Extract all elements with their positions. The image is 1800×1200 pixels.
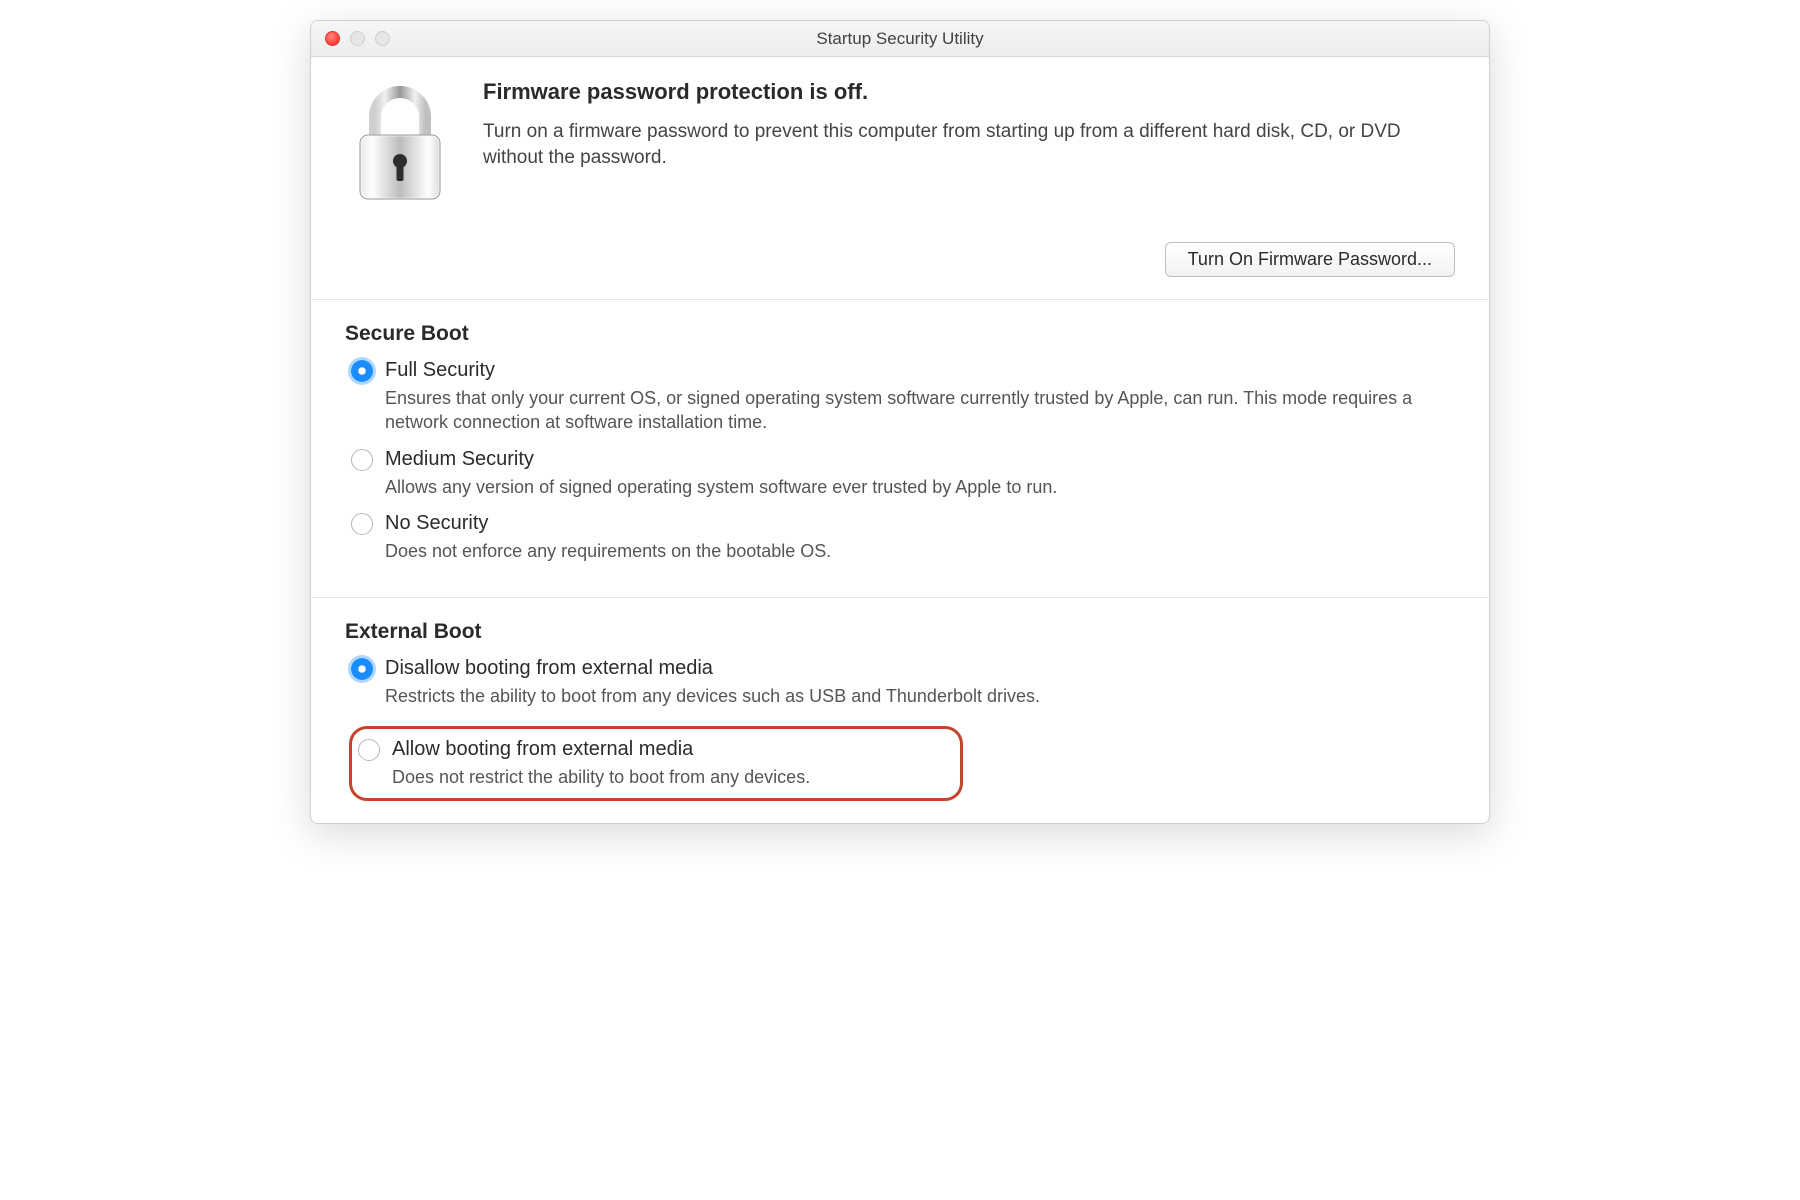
turn-on-firmware-password-button[interactable]: Turn On Firmware Password... xyxy=(1165,242,1455,277)
secure-boot-heading: Secure Boot xyxy=(345,322,1455,346)
firmware-row: Firmware password protection is off. Tur… xyxy=(345,79,1455,214)
radio-description: Does not enforce any requirements on the… xyxy=(385,539,1455,563)
highlight-annotation: Allow booting from external media Does n… xyxy=(349,726,963,800)
radio-icon[interactable] xyxy=(351,360,373,382)
firmware-button-row: Turn On Firmware Password... xyxy=(345,242,1455,277)
radio-text: Medium Security Allows any version of si… xyxy=(385,447,1455,499)
window: Startup Security Utility xyxy=(310,20,1490,824)
radio-text: Allow booting from external media Does n… xyxy=(392,737,810,789)
radio-text: No Security Does not enforce any require… xyxy=(385,511,1455,563)
lock-icon xyxy=(345,79,455,214)
radio-option-full-security[interactable]: Full Security Ensures that only your cur… xyxy=(351,358,1455,435)
secure-boot-section: Secure Boot Full Security Ensures that o… xyxy=(311,299,1489,597)
radio-label: Disallow booting from external media xyxy=(385,656,1455,681)
radio-label: Allow booting from external media xyxy=(392,737,810,762)
external-boot-section: External Boot Disallow booting from exte… xyxy=(311,597,1489,823)
external-boot-heading: External Boot xyxy=(345,620,1455,644)
radio-description: Allows any version of signed operating s… xyxy=(385,475,1455,499)
firmware-section: Firmware password protection is off. Tur… xyxy=(311,57,1489,299)
radio-description: Restricts the ability to boot from any d… xyxy=(385,684,1455,708)
radio-description: Ensures that only your current OS, or si… xyxy=(385,386,1455,435)
radio-option-no-security[interactable]: No Security Does not enforce any require… xyxy=(351,511,1455,563)
radio-option-medium-security[interactable]: Medium Security Allows any version of si… xyxy=(351,447,1455,499)
radio-label: No Security xyxy=(385,511,1455,536)
radio-text: Disallow booting from external media Res… xyxy=(385,656,1455,708)
radio-icon[interactable] xyxy=(351,658,373,680)
firmware-heading: Firmware password protection is off. xyxy=(483,79,1455,105)
radio-icon[interactable] xyxy=(351,513,373,535)
firmware-description: Turn on a firmware password to prevent t… xyxy=(483,119,1455,170)
radio-icon[interactable] xyxy=(351,449,373,471)
firmware-text: Firmware password protection is off. Tur… xyxy=(483,79,1455,170)
window-title: Startup Security Utility xyxy=(311,29,1489,49)
radio-text: Full Security Ensures that only your cur… xyxy=(385,358,1455,435)
radio-description: Does not restrict the ability to boot fr… xyxy=(392,765,810,789)
titlebar: Startup Security Utility xyxy=(311,21,1489,57)
radio-label: Medium Security xyxy=(385,447,1455,472)
radio-option-disallow-external[interactable]: Disallow booting from external media Res… xyxy=(351,656,1455,708)
radio-label: Full Security xyxy=(385,358,1455,383)
radio-option-allow-external[interactable]: Allow booting from external media Does n… xyxy=(358,737,810,789)
radio-icon[interactable] xyxy=(358,739,380,761)
